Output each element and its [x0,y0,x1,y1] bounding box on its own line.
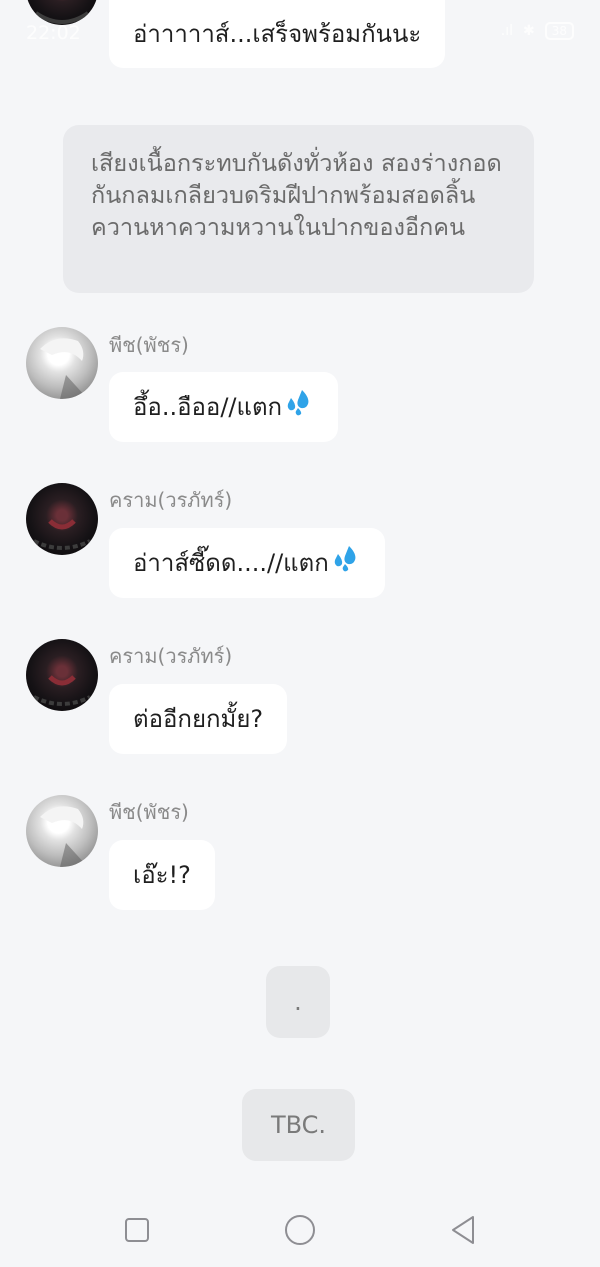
narration-text: เสียงเนื้อกระทบกันดังทั่วห้อง สองร่างกอด… [91,149,502,241]
system-message-text: . [294,988,302,1016]
bluetooth-icon: ✱ [522,23,535,39]
message-text: อ่าาาาาส์...เสร็จพร้อมกันนะ [133,20,422,48]
home-icon [285,1215,315,1245]
avatar-kram[interactable] [26,639,98,711]
sender-name: พีช(พัชร) [109,800,189,824]
message-bubble[interactable]: ต่ออีกยกมั้ย? [109,684,288,754]
system-message-dot: . [266,966,330,1038]
message-text: อึ้อ..อืออ//แตก [133,393,283,421]
avatar-peach[interactable] [26,795,98,867]
message-text: ต่ออีกยกมั้ย? [133,705,264,733]
message-bubble[interactable]: เอ๊ะ!? [109,840,215,910]
message-text: เอ๊ะ!? [133,861,191,889]
sender-name: คราม(วรภัทร์) [109,644,233,668]
signal-icon: .ıl [500,23,513,39]
back-button[interactable] [443,1210,483,1250]
system-message-text: TBC. [270,1111,327,1139]
sender-name: คราม(วรภัทร์) [109,488,233,512]
message-bubble[interactable]: อ่าาส์ซี๊ดด....//แตก [109,528,385,598]
home-button[interactable] [280,1210,320,1250]
system-message-tbc: TBC. [242,1089,355,1161]
navigation-bar [0,1190,600,1267]
avatar-kram[interactable] [26,483,98,555]
sweat-droplets-icon [331,529,361,599]
avatar-peach[interactable] [26,327,98,399]
sweat-droplets-icon [284,373,314,443]
battery-level: 38 [551,24,567,38]
recent-apps-button[interactable] [117,1210,157,1250]
battery-icon: 38 [544,22,574,40]
message-bubble-top[interactable]: อ่าาาาาส์...เสร็จพร้อมกันนะ [109,0,446,68]
narration-box: เสียงเนื้อกระทบกันดังทั่วห้อง สองร่างกอด… [63,125,534,293]
sender-name: พีช(พัชร) [109,333,189,357]
back-icon [452,1216,474,1244]
recent-apps-icon [125,1218,149,1242]
message-bubble[interactable]: อึ้อ..อืออ//แตก [109,372,339,443]
status-icons: .ıl ✱ 38 [501,22,574,40]
status-time: 22:02 [26,22,81,44]
message-text: อ่าาส์ซี๊ดด....//แตก [133,549,329,577]
